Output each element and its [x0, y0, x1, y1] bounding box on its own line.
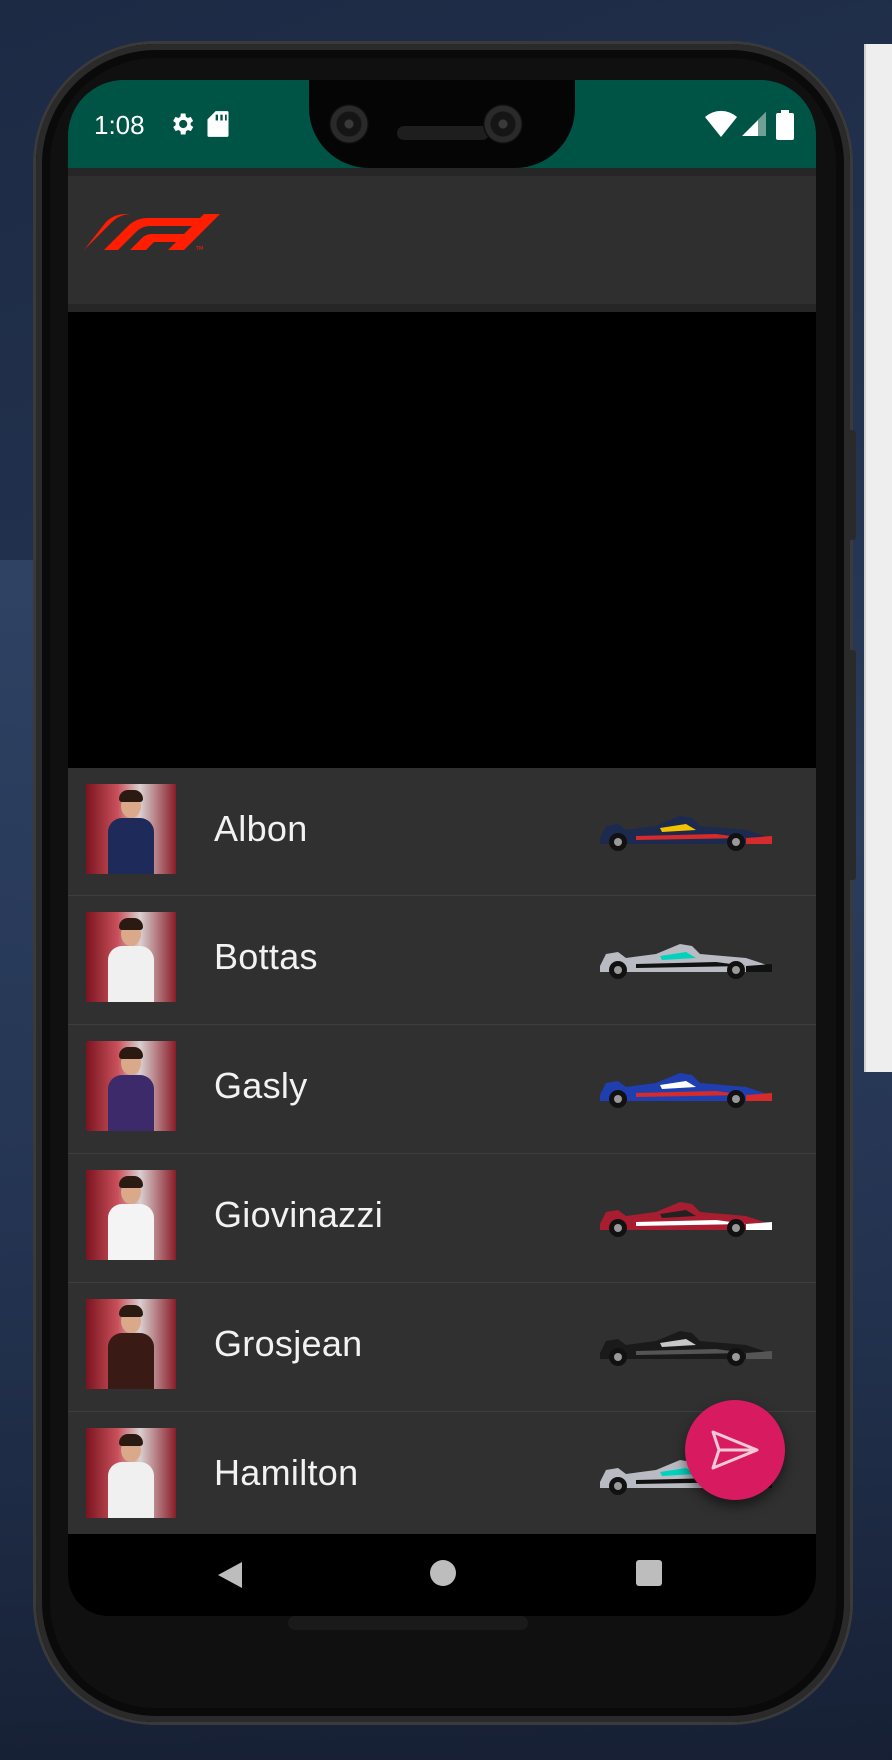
svg-text:TM: TM	[195, 246, 203, 252]
team-car-image	[600, 1073, 772, 1108]
driver-hair	[119, 1434, 143, 1446]
status-time: 1:08	[94, 110, 145, 140]
driver-row[interactable]: Giovinazzi	[68, 1154, 816, 1283]
driver-suit	[108, 1075, 154, 1131]
sd-card-icon	[207, 111, 229, 137]
signal-icon	[742, 112, 766, 136]
power-button	[848, 430, 856, 540]
driver-row[interactable]: Grosjean	[68, 1283, 816, 1412]
send-icon	[711, 1430, 759, 1470]
back-icon[interactable]	[216, 1560, 246, 1590]
driver-portrait	[86, 1428, 176, 1518]
bottom-speaker	[288, 1616, 528, 1630]
driver-name: Gasly	[214, 1065, 308, 1106]
driver-portrait	[86, 1170, 176, 1260]
driver-portrait	[86, 912, 176, 1002]
driver-name: Giovinazzi	[214, 1194, 384, 1235]
recents-icon[interactable]	[636, 1560, 662, 1586]
video-player[interactable]	[68, 312, 816, 768]
driver-hair	[119, 1176, 143, 1188]
driver-suit	[108, 1204, 154, 1260]
phone-screen: 1:08 TM Albon Bottas Gasly Giovinazzi Gr…	[68, 80, 816, 1616]
driver-row[interactable]: Albon	[68, 768, 816, 896]
driver-portrait	[86, 1041, 176, 1131]
front-camera	[329, 104, 369, 144]
team-car-image	[600, 1331, 772, 1366]
team-car-image	[600, 816, 772, 851]
battery-icon	[776, 110, 794, 140]
home-icon[interactable]	[430, 1560, 456, 1586]
driver-name: Hamilton	[214, 1452, 359, 1493]
driver-name: Bottas	[214, 936, 318, 977]
f1-logo: TM	[84, 214, 220, 252]
camera-notch	[309, 80, 575, 168]
driver-name: Albon	[214, 808, 308, 849]
driver-portrait	[86, 1299, 176, 1389]
driver-suit	[108, 1333, 154, 1389]
driver-hair	[119, 1305, 143, 1317]
send-fab-button[interactable]	[685, 1400, 785, 1500]
team-car-image	[600, 944, 772, 979]
navigation-bar	[68, 1534, 816, 1616]
driver-suit	[108, 818, 154, 874]
volume-button	[848, 650, 856, 880]
driver-name: Grosjean	[214, 1323, 363, 1364]
front-camera-2	[483, 104, 523, 144]
driver-row[interactable]: Bottas	[68, 896, 816, 1025]
app-bar: TM	[68, 168, 816, 312]
driver-hair	[119, 790, 143, 802]
wifi-icon	[705, 110, 737, 137]
earpiece	[397, 126, 489, 140]
driver-hair	[119, 918, 143, 930]
side-panel	[864, 44, 892, 1072]
team-car-image	[600, 1202, 772, 1237]
driver-row[interactable]: Gasly	[68, 1025, 816, 1154]
gear-icon	[173, 113, 194, 135]
driver-portrait	[86, 784, 176, 874]
driver-hair	[119, 1047, 143, 1059]
driver-suit	[108, 1462, 154, 1518]
driver-suit	[108, 946, 154, 1002]
